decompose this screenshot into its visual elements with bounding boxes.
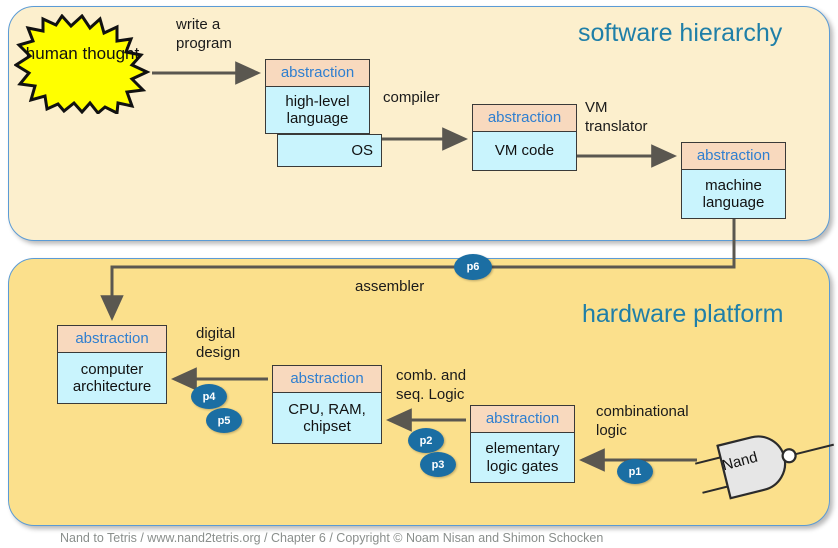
box-ml-header: abstraction	[682, 143, 785, 170]
project-badge-p3[interactable]: p3	[420, 452, 456, 477]
box-ml-body: machine language	[702, 176, 765, 211]
project-badge-p4[interactable]: p4	[191, 384, 227, 409]
box-arch-body: computer architecture	[72, 360, 152, 395]
project-badge-p2[interactable]: p2	[408, 428, 444, 453]
box-cpu-header: abstraction	[273, 366, 381, 393]
box-vm-header: abstraction	[473, 105, 576, 132]
box-computer-architecture: abstraction computer architecture	[57, 325, 167, 404]
box-os-label: OS	[351, 142, 373, 159]
box-hll-body: high-level language	[285, 92, 350, 127]
edge-label-write-a-program: write a program	[176, 16, 232, 52]
edge-label-digital-design: digital design	[196, 325, 241, 361]
edge-label-vm-translator: VM translator	[585, 99, 648, 135]
footer-credit: Nand to Tetris / www.nand2tetris.org / C…	[60, 531, 604, 545]
nand-gate-symbol: Nand	[694, 427, 838, 505]
starburst-label: human thought	[25, 44, 140, 63]
box-machine-language: abstraction machine language	[681, 142, 786, 219]
diagram-canvas: software hierarchy hardware platform hum…	[0, 0, 838, 548]
box-elementary-logic-gates: abstraction elementary logic gates	[470, 405, 575, 483]
edge-label-combinational-logic: combinational logic	[596, 403, 689, 439]
box-operating-system: OS	[277, 134, 382, 167]
panel-software-title: software hierarchy	[578, 19, 783, 47]
box-vm-code: abstraction VM code	[472, 104, 577, 171]
box-hll-header: abstraction	[266, 60, 369, 87]
box-vm-body: VM code	[494, 142, 555, 160]
edge-label-assembler: assembler	[355, 278, 425, 295]
project-badge-p6[interactable]: p6	[454, 254, 492, 280]
edge-label-comb-and-seq-logic: comb. and seq. Logic	[396, 367, 467, 403]
box-gates-body: elementary logic gates	[485, 440, 560, 475]
project-badge-p5[interactable]: p5	[206, 408, 242, 433]
edge-label-compiler: compiler	[383, 89, 440, 106]
box-cpu-body: CPU, RAM, chipset	[288, 400, 366, 435]
human-thought-starburst: human thought	[13, 13, 151, 116]
project-badge-p1[interactable]: p1	[617, 459, 653, 484]
box-gates-header: abstraction	[471, 406, 574, 433]
box-arch-header: abstraction	[58, 326, 166, 353]
box-cpu-ram-chipset: abstraction CPU, RAM, chipset	[272, 365, 382, 444]
box-high-level-language: abstraction high-level language	[265, 59, 370, 134]
nand-gate-label: Nand	[720, 448, 760, 475]
panel-hardware-title: hardware platform	[582, 300, 784, 328]
